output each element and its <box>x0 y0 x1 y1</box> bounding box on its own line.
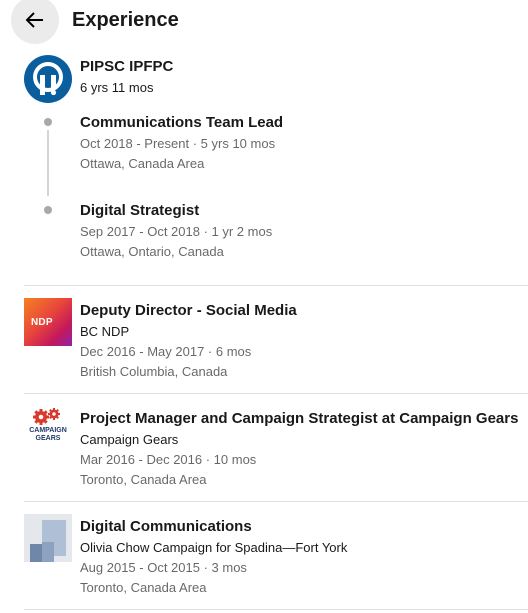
role-location: Toronto, Canada Area <box>80 580 207 595</box>
page-title: Experience <box>72 9 179 31</box>
olivia-chow-logo[interactable] <box>24 514 72 562</box>
role-title[interactable]: Deputy Director - Social Media <box>80 302 297 319</box>
gears-icon <box>33 408 60 425</box>
timeline-line <box>47 130 49 196</box>
role-dates: Mar 2016 - Dec 2016 · 10 mos <box>80 452 257 467</box>
role-location: Toronto, Canada Area <box>80 472 207 487</box>
role-title[interactable]: Communications Team Lead <box>80 114 283 131</box>
gears-logo-text: CAMPAIGN GEARS <box>29 427 67 442</box>
page-header: Experience <box>0 0 528 44</box>
ndp-logo-text: NDP <box>31 316 53 328</box>
role-location: Ottawa, Ontario, Canada <box>80 244 224 259</box>
company-duration: 6 yrs 11 mos <box>80 80 154 95</box>
role-location: Ottawa, Canada Area <box>80 156 205 171</box>
company-name: Campaign Gears <box>80 432 179 447</box>
role-dates: Dec 2016 - May 2017 · 6 mos <box>80 344 252 359</box>
company-name: Olivia Chow Campaign for Spadina—Fort Yo… <box>80 540 348 555</box>
divider <box>24 609 528 610</box>
back-button[interactable] <box>11 0 59 44</box>
ndp-logo[interactable]: NDP <box>24 298 72 346</box>
role-title[interactable]: Digital Communications <box>80 518 252 535</box>
pipsc-logo[interactable] <box>24 55 72 103</box>
timeline-dot <box>44 206 52 214</box>
timeline-dot <box>44 118 52 126</box>
company-name[interactable]: PIPSC IPFPC <box>80 58 173 75</box>
arrow-left-icon <box>25 12 43 28</box>
campaign-gears-logo[interactable]: CAMPAIGN GEARS <box>24 406 72 454</box>
role-dates: Oct 2018 - Present · 5 yrs 10 mos <box>80 136 276 151</box>
role-title[interactable]: Digital Strategist <box>80 202 199 219</box>
divider <box>24 501 528 502</box>
company-name: BC NDP <box>80 324 130 339</box>
role-title[interactable]: Project Manager and Campaign Strategist … <box>80 410 518 427</box>
role-location: British Columbia, Canada <box>80 364 228 379</box>
divider <box>24 285 528 286</box>
role-dates: Sep 2017 - Oct 2018 · 1 yr 2 mos <box>80 224 273 239</box>
role-dates: Aug 2015 - Oct 2015 · 3 mos <box>80 560 247 575</box>
divider <box>24 393 528 394</box>
